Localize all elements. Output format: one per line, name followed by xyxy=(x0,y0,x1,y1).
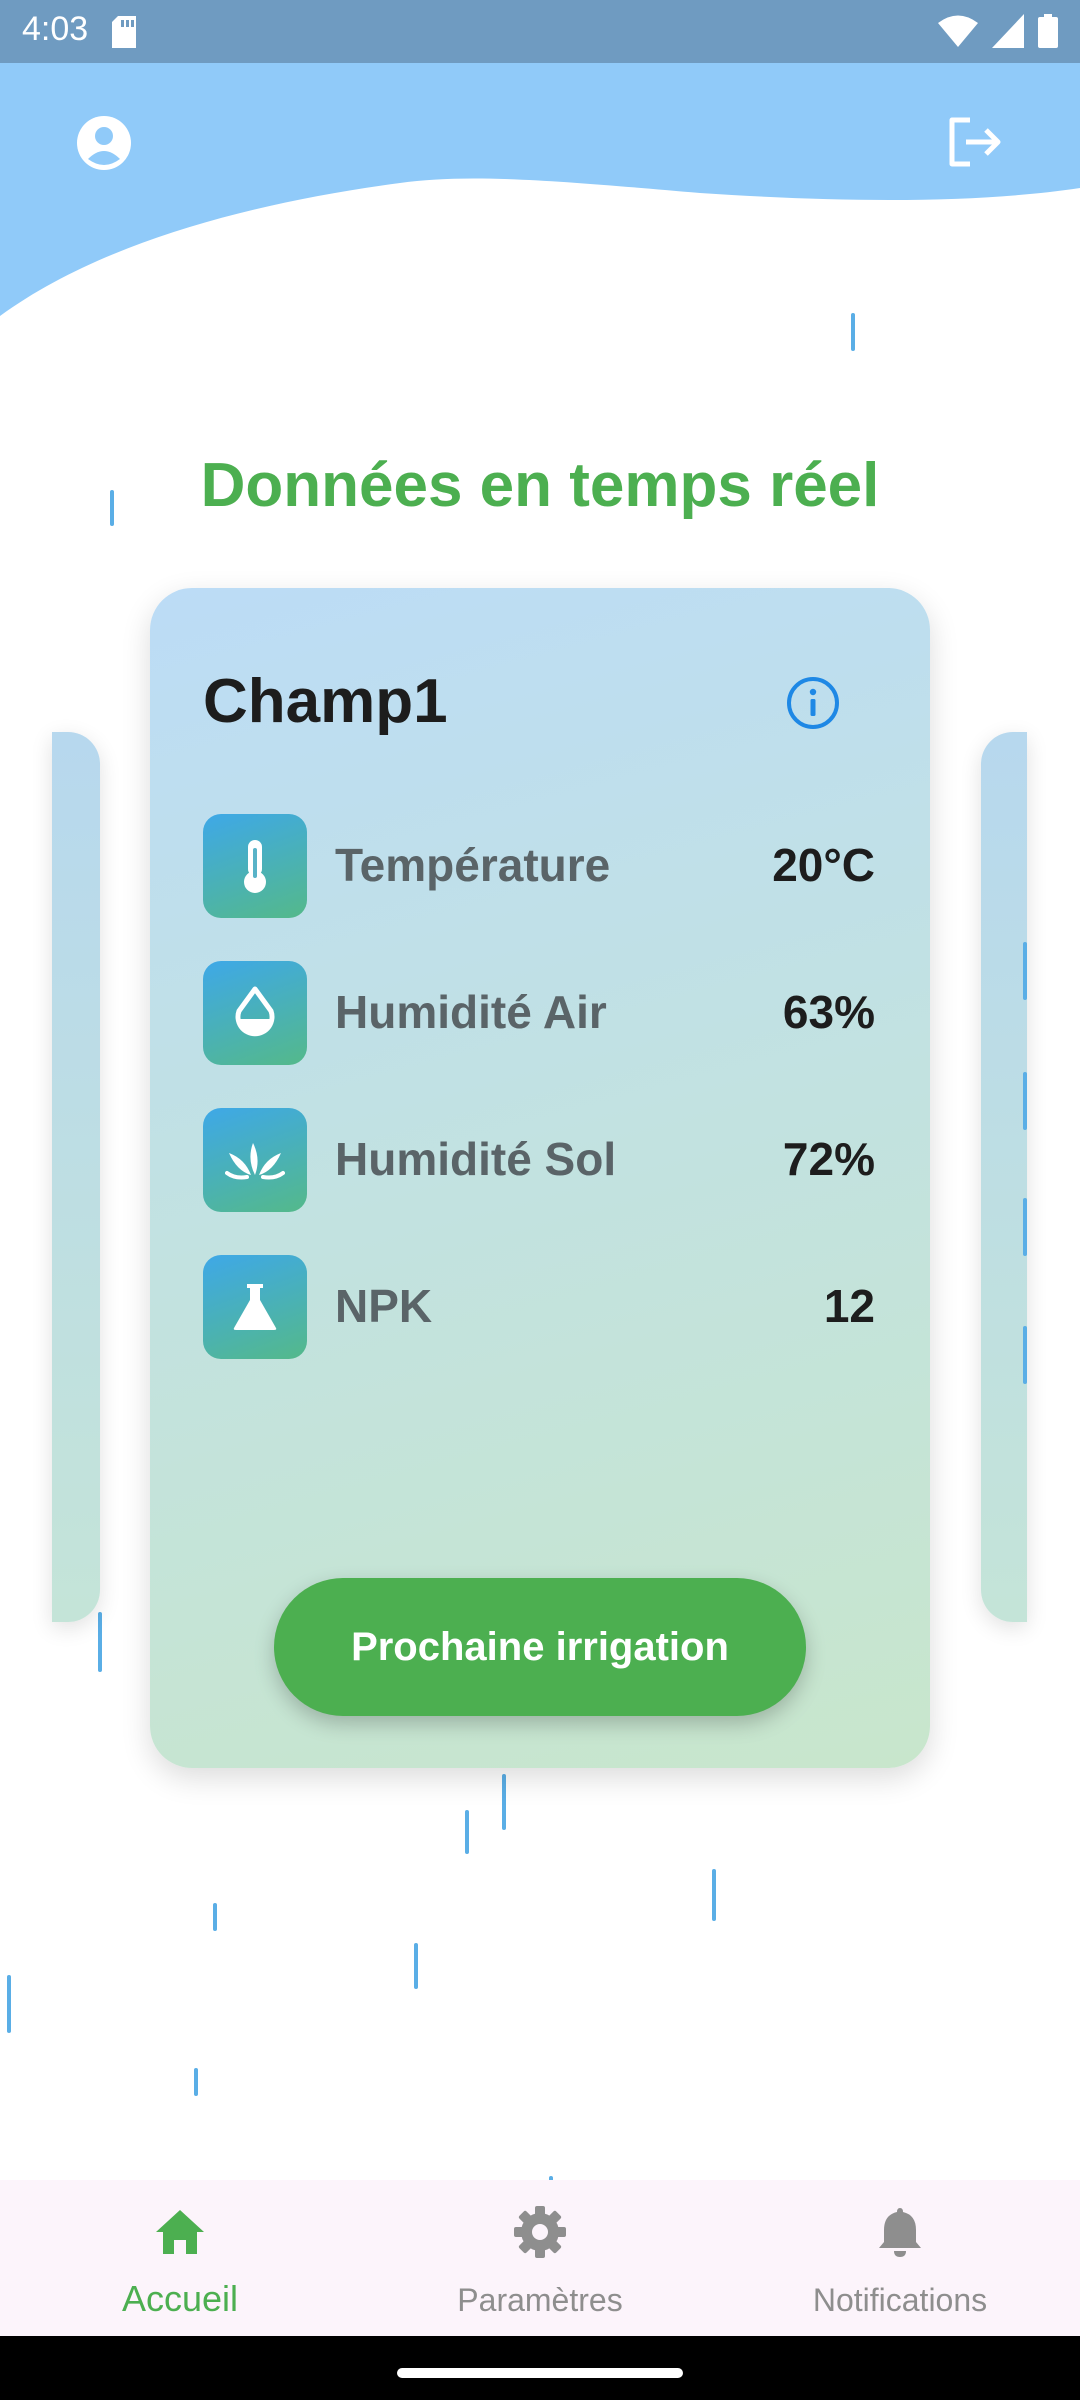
bottom-navigation: Accueil Paramètres Notifications xyxy=(0,2180,1080,2336)
cell-signal-icon xyxy=(992,14,1024,48)
status-icons xyxy=(938,14,1058,48)
info-icon[interactable] xyxy=(786,676,840,730)
metric-label: Température xyxy=(335,839,611,891)
rain-drop xyxy=(1023,1198,1027,1256)
air-humidity-tile xyxy=(203,961,307,1065)
battery-icon xyxy=(1038,14,1058,48)
thermometer-icon xyxy=(244,840,266,893)
temperature-row: Température 20°C xyxy=(203,814,875,918)
rain-drop xyxy=(712,1869,716,1921)
metric-value: 20°C xyxy=(772,839,875,891)
home-gesture-handle[interactable] xyxy=(397,2368,683,2378)
npk-row: NPK 12 xyxy=(203,1255,875,1359)
rain-drop xyxy=(213,1903,217,1931)
next-field-card[interactable] xyxy=(981,732,1027,1622)
system-gesture-bar xyxy=(0,2336,1080,2400)
profile-icon[interactable] xyxy=(76,115,132,171)
metric-label: NPK xyxy=(335,1280,433,1332)
rain-drop xyxy=(414,1943,418,1989)
droplet-icon xyxy=(235,986,275,1037)
field-name: Champ1 xyxy=(203,667,448,736)
next-irrigation-button[interactable]: Prochaine irrigation xyxy=(274,1578,806,1716)
sd-card-icon xyxy=(112,16,136,48)
plant-icon xyxy=(225,1143,285,1180)
soil-humidity-tile xyxy=(203,1108,307,1212)
rain-drop xyxy=(465,1810,469,1854)
rain-drop xyxy=(98,1612,102,1672)
rain-drop xyxy=(7,1975,11,2033)
metric-label: Humidité Air xyxy=(335,986,607,1038)
nav-item-settings[interactable]: Paramètres xyxy=(360,2180,720,2336)
nav-label: Paramètres xyxy=(457,2282,623,2318)
app-screen: 4:03 Données en temps réel Champ1 Tempér… xyxy=(0,0,1080,2400)
gear-icon xyxy=(514,2206,566,2258)
wifi-icon xyxy=(938,15,978,47)
metric-label: Humidité Sol xyxy=(335,1133,617,1185)
nav-item-notifications[interactable]: Notifications xyxy=(720,2180,1080,2336)
temperature-tile xyxy=(203,814,307,918)
header-wave xyxy=(0,63,1080,316)
status-time: 4:03 xyxy=(22,10,89,48)
nav-label: Accueil xyxy=(121,2278,239,2319)
field-card: Champ1 Température 20°C Humidité Air 63%… xyxy=(150,588,930,1768)
metric-value: 63% xyxy=(782,986,875,1038)
nav-label: Notifications xyxy=(812,2282,988,2318)
rain-drop xyxy=(1023,1326,1027,1384)
nav-item-home[interactable]: Accueil xyxy=(0,2180,360,2336)
rain-drop xyxy=(1023,1072,1027,1130)
page-title: Données en temps réel xyxy=(200,451,880,520)
bell-icon xyxy=(879,2208,921,2257)
flask-icon xyxy=(233,1284,277,1330)
npk-tile xyxy=(203,1255,307,1359)
home-icon xyxy=(156,2210,204,2254)
soil-humidity-row: Humidité Sol 72% xyxy=(203,1108,875,1212)
logout-icon[interactable] xyxy=(946,114,1004,170)
previous-field-card[interactable] xyxy=(52,732,100,1622)
metric-value: 12 xyxy=(823,1280,875,1332)
rain-drop xyxy=(502,1774,506,1830)
rain-drop xyxy=(194,2068,198,2096)
rain-drop xyxy=(1023,942,1027,1000)
status-bar: 4:03 xyxy=(0,0,1080,63)
air-humidity-row: Humidité Air 63% xyxy=(203,961,875,1065)
rain-drop xyxy=(851,313,855,351)
metric-value: 72% xyxy=(782,1133,875,1185)
